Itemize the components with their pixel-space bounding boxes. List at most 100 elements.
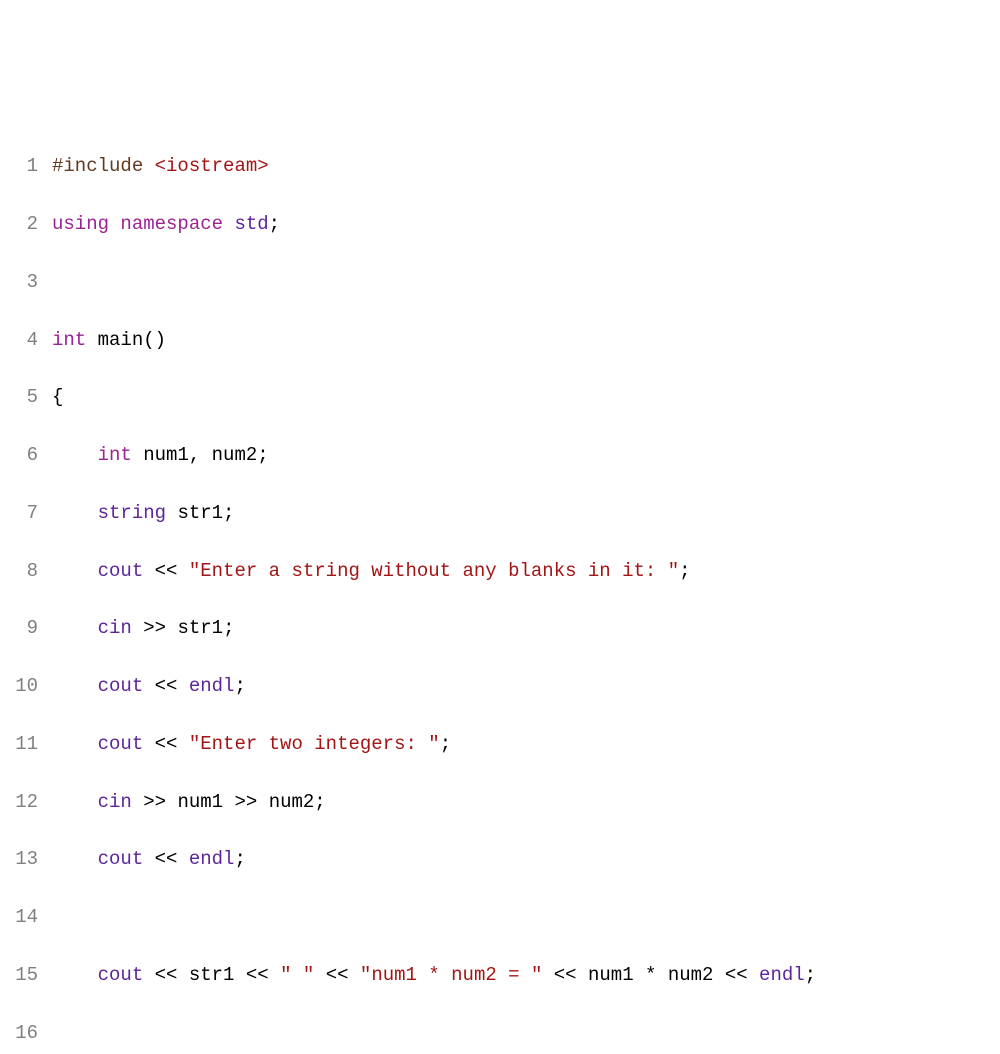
op-insert: << (155, 560, 178, 582)
op-insert: << (326, 964, 349, 986)
line-number: 13 (0, 845, 52, 874)
var-str1: str1 (177, 617, 223, 639)
space (656, 964, 667, 986)
space (143, 848, 154, 870)
semicolon: ; (223, 617, 234, 639)
cout: cout (98, 733, 144, 755)
space (143, 560, 154, 582)
endl: endl (759, 964, 805, 986)
code-content: #include <iostream> (52, 152, 1000, 181)
code-line: 1#include <iostream> (0, 152, 1000, 181)
op-insert: << (725, 964, 748, 986)
cin: cin (98, 791, 132, 813)
endl: endl (189, 848, 235, 870)
op-insert: << (155, 964, 178, 986)
space (143, 964, 154, 986)
var-num2: num2 (668, 964, 714, 986)
space (86, 329, 97, 351)
code-line: 12 cin >> num1 >> num2; (0, 788, 1000, 817)
space (132, 617, 143, 639)
code-content: using namespace std; (52, 210, 1000, 239)
space (177, 848, 188, 870)
type-string: string (98, 502, 166, 524)
space (314, 964, 325, 986)
space (713, 964, 724, 986)
var-str1: str1 (177, 502, 223, 524)
cout: cout (98, 964, 144, 986)
var-str1: str1 (189, 964, 235, 986)
include-path: <iostream> (155, 155, 269, 177)
line-number: 1 (0, 152, 52, 181)
op-extract: >> (143, 617, 166, 639)
line-number: 4 (0, 326, 52, 355)
code-content: cout << "Enter two integers: "; (52, 730, 1000, 759)
line-number: 16 (0, 1019, 52, 1048)
semicolon: ; (440, 733, 451, 755)
line-number: 14 (0, 903, 52, 932)
code-content: string str1; (52, 499, 1000, 528)
lbrace: { (52, 386, 63, 408)
code-line: 16 (0, 1019, 1000, 1048)
code-line: 2using namespace std; (0, 210, 1000, 239)
code-line: 15 cout << str1 << " " << "num1 * num2 =… (0, 961, 1000, 990)
code-line: 11 cout << "Enter two integers: "; (0, 730, 1000, 759)
code-content (52, 903, 1000, 932)
space (166, 791, 177, 813)
space (200, 444, 211, 466)
string-literal: "Enter a string without any blanks in it… (189, 560, 679, 582)
space (269, 964, 280, 986)
code-content (52, 268, 1000, 297)
string-literal: "Enter two integers: " (189, 733, 440, 755)
semicolon: ; (234, 848, 245, 870)
code-line: 6 int num1, num2; (0, 441, 1000, 470)
semicolon: ; (314, 791, 325, 813)
space (223, 213, 234, 235)
line-number: 9 (0, 614, 52, 643)
space (166, 617, 177, 639)
space (143, 675, 154, 697)
op-insert: << (155, 848, 178, 870)
space (166, 502, 177, 524)
code-line: 14 (0, 903, 1000, 932)
op-mul: * (645, 964, 656, 986)
code-editor: 1#include <iostream> 2using namespace st… (0, 124, 1000, 1054)
space (143, 733, 154, 755)
space (109, 213, 120, 235)
code-line: 13 cout << endl; (0, 845, 1000, 874)
code-line: 8 cout << "Enter a string without any bl… (0, 557, 1000, 586)
code-line: 5{ (0, 383, 1000, 412)
cout: cout (98, 675, 144, 697)
endl: endl (189, 675, 235, 697)
code-line: 10 cout << endl; (0, 672, 1000, 701)
var-num1: num1 (177, 791, 223, 813)
code-content: int num1, num2; (52, 441, 1000, 470)
code-content: cout << "Enter a string without any blan… (52, 557, 1000, 586)
code-content: cin >> num1 >> num2; (52, 788, 1000, 817)
code-line: 3 (0, 268, 1000, 297)
line-number: 2 (0, 210, 52, 239)
space (748, 964, 759, 986)
string-literal: " " (280, 964, 314, 986)
code-content: cout << str1 << " " << "num1 * num2 = " … (52, 961, 1000, 990)
space (257, 791, 268, 813)
space (577, 964, 588, 986)
line-number: 11 (0, 730, 52, 759)
semicolon: ; (234, 675, 245, 697)
space (132, 444, 143, 466)
semicolon: ; (223, 502, 234, 524)
line-number: 10 (0, 672, 52, 701)
op-extract: >> (234, 791, 257, 813)
space (132, 791, 143, 813)
line-number: 7 (0, 499, 52, 528)
cin: cin (98, 617, 132, 639)
op-extract: >> (143, 791, 166, 813)
semicolon: ; (679, 560, 690, 582)
code-line: 4int main() (0, 326, 1000, 355)
op-insert: << (246, 964, 269, 986)
string-literal: "num1 * num2 = " (360, 964, 542, 986)
var-num2: num2 (212, 444, 258, 466)
line-number: 15 (0, 961, 52, 990)
code-content: cout << endl; (52, 672, 1000, 701)
space (143, 155, 154, 177)
code-content: cin >> str1; (52, 614, 1000, 643)
